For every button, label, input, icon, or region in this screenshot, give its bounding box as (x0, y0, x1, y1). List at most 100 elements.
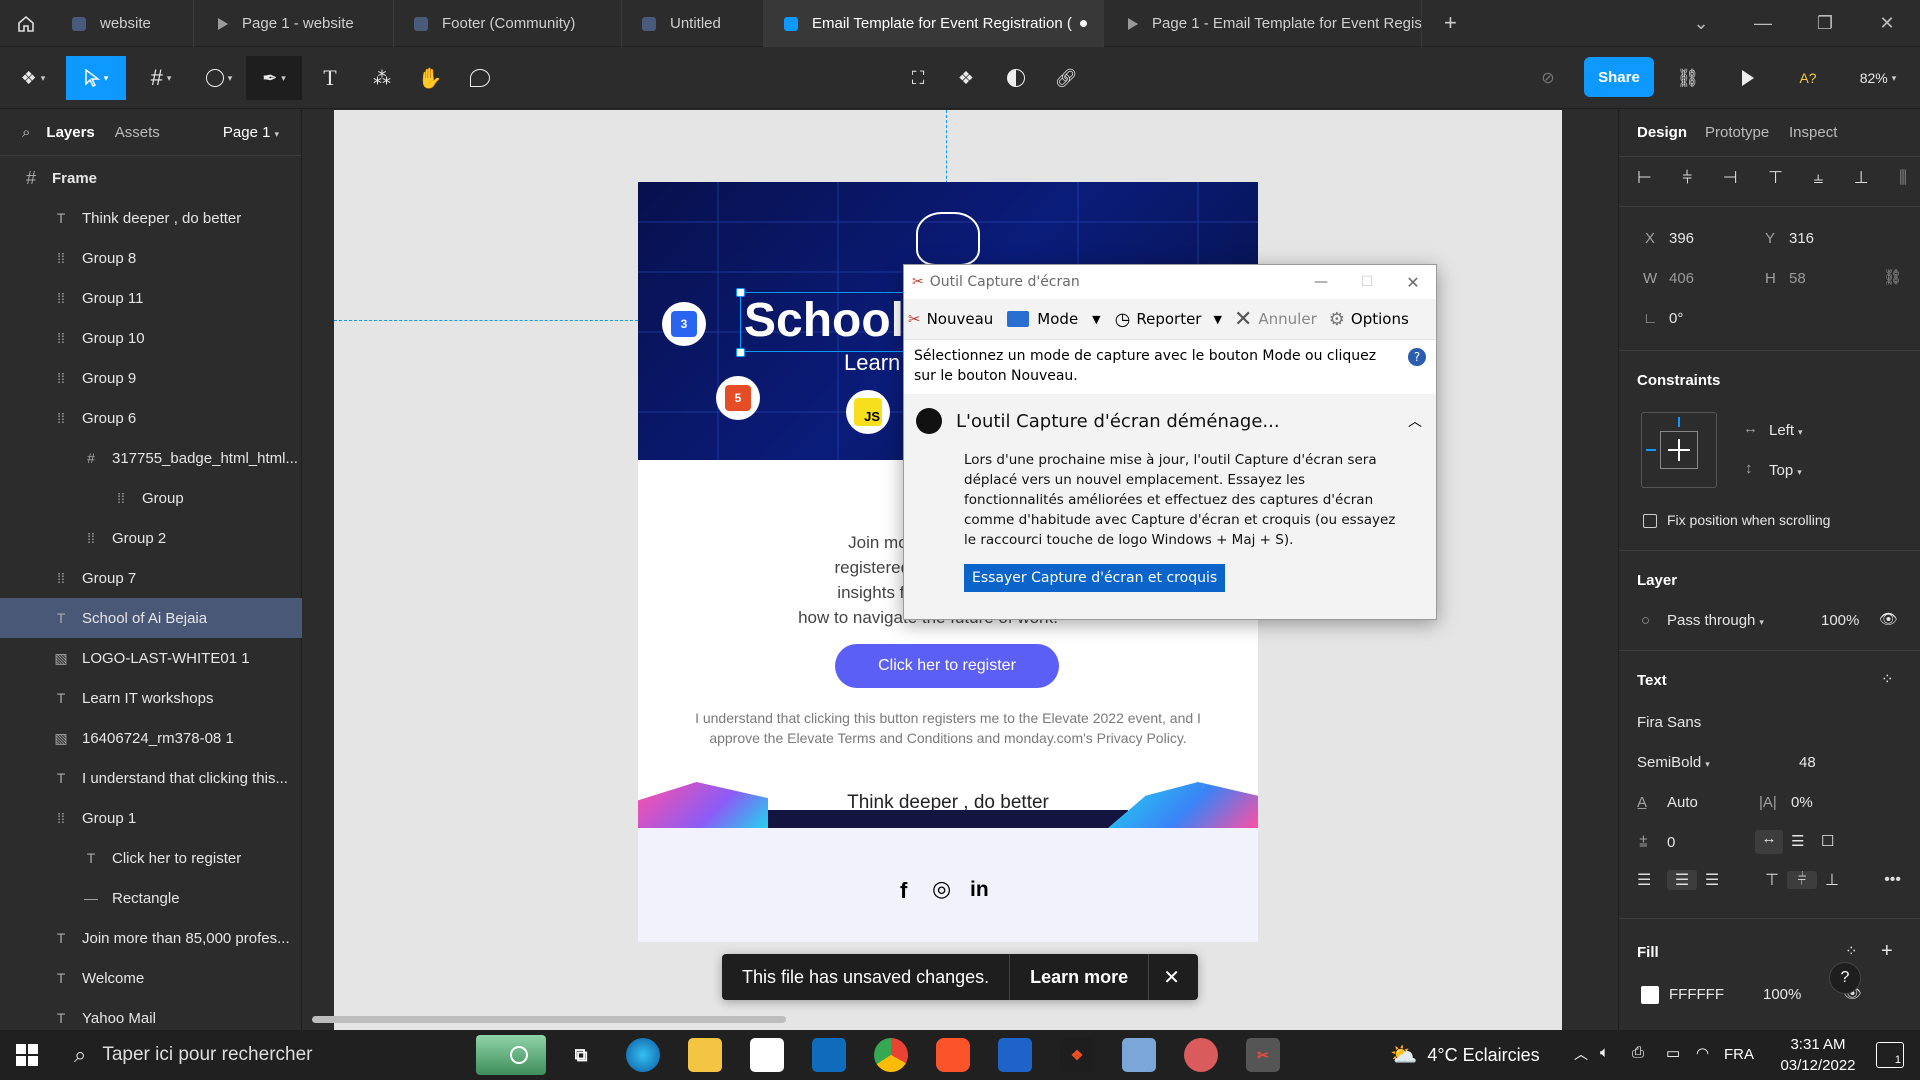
mask-button[interactable] (998, 56, 1034, 100)
y-input[interactable]: 316 (1789, 230, 1814, 247)
present-button[interactable] (1730, 56, 1766, 100)
font-weight-select[interactable]: SemiBold ▾ (1637, 754, 1710, 771)
cortana-icon[interactable] (502, 1038, 536, 1072)
layer-frame[interactable]: # Frame (0, 158, 302, 198)
comment-tool-button[interactable] (458, 56, 502, 100)
fix-scroll-checkbox[interactable] (1643, 514, 1657, 528)
learn-more-button[interactable]: Learn more (1010, 967, 1148, 988)
register-button[interactable]: Click her to register (835, 644, 1059, 688)
minimize-button[interactable]: — (1732, 0, 1794, 47)
horizontal-constraint-select[interactable]: Left ▾ (1769, 422, 1803, 439)
fixed-size-icon[interactable]: ☐ (1821, 832, 1834, 850)
text-styles-icon[interactable]: ⁘ (1881, 670, 1894, 688)
text-tool-button[interactable]: T (312, 56, 348, 100)
try-snip-sketch-button[interactable]: Essayer Capture d'écran et croquis (964, 564, 1226, 592)
layer-row[interactable]: T Think deeper , do better (0, 198, 302, 238)
fill-opacity-input[interactable]: 100% (1763, 986, 1801, 1003)
blend-mode-select[interactable]: Pass through ▾ (1667, 612, 1764, 629)
taskbar-search[interactable]: ⌕ Taper ici pour rechercher (56, 1030, 546, 1080)
main-menu-button[interactable]: ❖ ▾ (10, 56, 56, 100)
layer-row[interactable]: ⁞⁞ Group 6 (0, 398, 302, 438)
tray-chevron-icon[interactable]: ︿ (1574, 1044, 1588, 1064)
line-height-input[interactable]: Auto (1667, 794, 1698, 811)
layer-row[interactable]: T School of Ai Bejaia (0, 598, 302, 638)
layer-row[interactable]: ⁞⁞ Group 11 (0, 278, 302, 318)
tab-assets[interactable]: Assets (115, 124, 160, 141)
align-left-icon[interactable]: ⊢ (1637, 168, 1652, 188)
options-button[interactable]: ⚙ Options (1329, 309, 1409, 330)
close-window-button[interactable]: ✕ (1856, 0, 1918, 47)
store-icon[interactable] (750, 1038, 784, 1072)
x-input[interactable]: 396 (1669, 230, 1694, 247)
constrain-proportions-icon[interactable]: ⛓ (1883, 268, 1902, 286)
chrome-icon[interactable] (874, 1038, 908, 1072)
fill-styles-icon[interactable]: ⁘ (1845, 942, 1858, 960)
align-top-text-icon[interactable]: ⊤ (1757, 870, 1787, 890)
layer-row[interactable]: T Click her to register (0, 838, 302, 878)
facebook-icon[interactable]: f (900, 878, 907, 904)
layer-row[interactable]: T Join more than 85,000 profes... (0, 918, 302, 958)
fill-hex-input[interactable]: FFFFFF (1669, 986, 1724, 1003)
link-button[interactable]: 🔗︎ (1048, 56, 1084, 100)
layer-row[interactable]: T I understand that clicking this... (0, 758, 302, 798)
layer-row[interactable]: ⁞⁞ Group 2 (0, 518, 302, 558)
clock[interactable]: 3:31 AM 03/12/2022 (1770, 1034, 1866, 1076)
app-window-icon[interactable] (1122, 1038, 1156, 1072)
constraint-widget[interactable] (1641, 412, 1717, 488)
task-view-icon[interactable]: ⧉ (564, 1038, 598, 1072)
text-align-right-icon[interactable]: ☰ (1697, 870, 1727, 890)
layer-row[interactable]: ⁞⁞ Group 10 (0, 318, 302, 358)
device-icon[interactable]: ⎙ (1632, 1044, 1644, 1061)
layer-row[interactable]: ▧ LOGO-LAST-WHITE01 1 (0, 638, 302, 678)
page-selector[interactable]: Page 1 ▾ (223, 124, 279, 141)
hide-ui-button[interactable]: ⊘ (1530, 56, 1566, 100)
chevron-down-icon[interactable]: ⌄ (1670, 0, 1732, 47)
tab-layers[interactable]: Layers (46, 124, 94, 141)
font-size-input[interactable]: 48 (1799, 754, 1816, 771)
distribute-icon[interactable]: ⫼ (1899, 168, 1907, 188)
brave-icon[interactable] (936, 1038, 970, 1072)
width-input[interactable]: 406 (1669, 270, 1694, 287)
more-options-icon[interactable]: ••• (1884, 871, 1901, 889)
snip-minimize-button[interactable]: — (1298, 274, 1344, 290)
move-tool-button[interactable]: ▾ (66, 56, 126, 100)
crop-frame-button[interactable]: ⛶ (900, 56, 936, 100)
fill-swatch[interactable] (1641, 986, 1659, 1004)
layer-row[interactable]: ⁞⁞ Group 7 (0, 558, 302, 598)
tab-email-template[interactable]: Email Template for Event Registration (( (764, 0, 1104, 47)
linkedin-icon[interactable]: in (970, 878, 989, 902)
align-bottom-text-icon[interactable]: ⊥ (1817, 870, 1847, 890)
weather-widget[interactable]: ⛅ 4°C Eclaircies (1390, 1030, 1540, 1080)
tab-footer-community[interactable]: Footer (Community) (394, 0, 622, 47)
hand-tool-button[interactable]: ✋ (410, 56, 450, 100)
align-right-icon[interactable]: ⊣ (1723, 168, 1738, 188)
layer-row[interactable]: T Welcome (0, 958, 302, 998)
file-explorer-icon[interactable] (688, 1038, 722, 1072)
align-bottom-icon[interactable]: ⊥ (1854, 168, 1869, 188)
tab-untitled[interactable]: Untitled (622, 0, 764, 47)
layer-row[interactable]: — Rectangle (0, 878, 302, 918)
rotation-input[interactable]: 0° (1669, 310, 1683, 327)
copy-link-button[interactable]: ⛓ (1670, 56, 1706, 100)
tab-prototype[interactable]: Prototype (1705, 124, 1769, 141)
network-icon[interactable]: ◠ (1696, 1044, 1709, 1062)
height-input[interactable]: 58 (1789, 270, 1806, 287)
close-icon[interactable]: ✕ (1149, 965, 1194, 990)
layer-row[interactable]: ▧ 16406724_rm378-08 1 (0, 718, 302, 758)
align-center-h-icon[interactable]: ⫩ (1682, 168, 1692, 188)
mail-icon[interactable] (812, 1038, 846, 1072)
auto-width-icon[interactable]: ↔ (1755, 830, 1783, 854)
layer-opacity-input[interactable]: 100% (1821, 612, 1859, 629)
zoom-menu[interactable]: 82% ▾ (1848, 56, 1908, 100)
hero-title[interactable]: School (744, 292, 904, 350)
tab-page1-email[interactable]: Page 1 - Email Template for Event Regist… (1104, 0, 1422, 47)
battery-icon[interactable]: ▭ (1666, 1044, 1680, 1062)
pen-tool-button[interactable]: ✒ ▾ (246, 56, 302, 100)
paragraph-spacing-input[interactable]: 0 (1667, 834, 1675, 851)
snip-close-button[interactable]: ✕ (1390, 273, 1436, 292)
figma-icon[interactable]: ❖ (1060, 1038, 1094, 1072)
vertical-constraint-select[interactable]: Top ▾ (1769, 462, 1802, 479)
share-button[interactable]: Share (1584, 57, 1654, 97)
letter-spacing-input[interactable]: 0% (1791, 794, 1813, 811)
tab-website[interactable]: website (52, 0, 194, 47)
